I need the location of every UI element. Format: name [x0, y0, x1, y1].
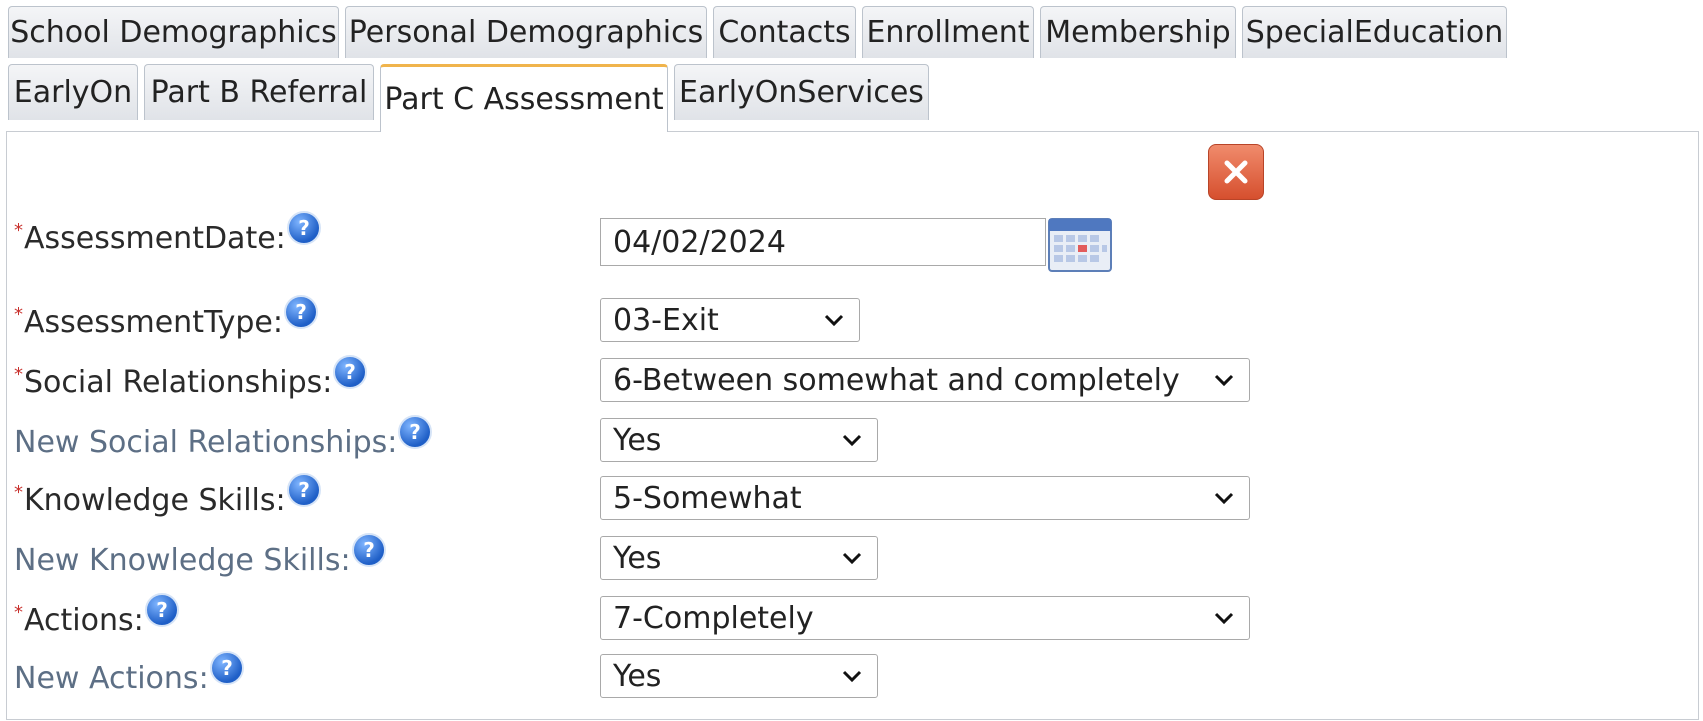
chevron-down-icon — [1214, 492, 1234, 505]
knowledge-skills-label: * Knowledge Skills: ? — [14, 473, 321, 522]
help-icon[interactable]: ? — [333, 355, 368, 389]
svg-text:?: ? — [363, 538, 375, 562]
tab-part-b-referral[interactable]: Part B Referral — [144, 64, 374, 120]
tab-enrollment[interactable]: Enrollment — [862, 6, 1034, 58]
social-relationships-label: * Social Relationships: ? — [14, 355, 368, 404]
tab-membership[interactable]: Membership — [1040, 6, 1236, 58]
close-icon — [1224, 160, 1248, 184]
assessment-date-label: * AssessmentDate: ? — [14, 211, 321, 260]
help-icon[interactable]: ? — [286, 473, 321, 507]
svg-text:?: ? — [298, 478, 310, 502]
actions-select[interactable]: 7-Completely — [600, 596, 1250, 640]
chevron-down-icon — [1214, 612, 1234, 625]
help-icon[interactable]: ? — [283, 295, 318, 329]
tab-contacts[interactable]: Contacts — [713, 6, 856, 58]
new-social-relationships-select[interactable]: Yes — [600, 418, 878, 462]
svg-text:?: ? — [156, 598, 168, 622]
chevron-down-icon — [842, 670, 862, 683]
tab-early-on-services[interactable]: EarlyOnServices — [674, 64, 929, 120]
tab-personal-demographics[interactable]: Personal Demographics — [345, 6, 707, 58]
help-icon[interactable]: ? — [286, 211, 321, 245]
svg-text:?: ? — [298, 216, 310, 240]
calendar-icon[interactable] — [1048, 218, 1112, 272]
svg-text:?: ? — [410, 420, 422, 444]
chevron-down-icon — [842, 552, 862, 565]
tab-early-on[interactable]: EarlyOn — [8, 64, 138, 120]
new-actions-select[interactable]: Yes — [600, 654, 878, 698]
assessment-date-input[interactable] — [600, 218, 1046, 266]
new-actions-label: New Actions: ? — [14, 651, 244, 700]
help-icon[interactable]: ? — [398, 415, 433, 449]
assessment-type-select[interactable]: 03-Exit — [600, 298, 860, 342]
help-icon[interactable]: ? — [351, 533, 386, 567]
help-icon[interactable]: ? — [209, 651, 244, 685]
assessment-type-label: * AssessmentType: ? — [14, 295, 318, 344]
new-knowledge-skills-label: New Knowledge Skills: ? — [14, 533, 386, 582]
tab-special-education[interactable]: SpecialEducation — [1242, 6, 1507, 58]
svg-text:?: ? — [221, 656, 233, 680]
new-knowledge-skills-select[interactable]: Yes — [600, 536, 878, 580]
svg-text:?: ? — [295, 300, 307, 324]
tab-school-demographics[interactable]: School Demographics — [8, 6, 339, 58]
actions-label: * Actions: ? — [14, 593, 179, 642]
chevron-down-icon — [842, 434, 862, 447]
chevron-down-icon — [824, 314, 844, 327]
new-social-relationships-label: New Social Relationships: ? — [14, 415, 433, 464]
social-relationships-select[interactable]: 6-Between somewhat and completely — [600, 358, 1250, 402]
svg-text:?: ? — [345, 360, 357, 384]
tab-part-c-assessment[interactable]: Part C Assessment — [380, 64, 668, 132]
knowledge-skills-select[interactable]: 5-Somewhat — [600, 476, 1250, 520]
help-icon[interactable]: ? — [144, 593, 179, 627]
chevron-down-icon — [1214, 374, 1234, 387]
close-button[interactable] — [1208, 144, 1264, 200]
